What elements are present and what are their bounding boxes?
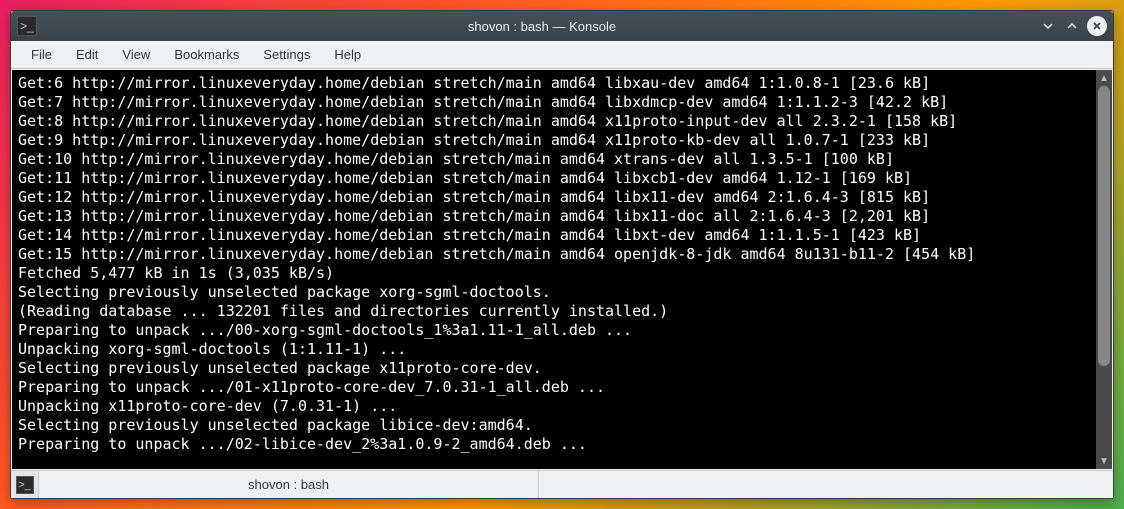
- window-title: shovon : bash — Konsole: [45, 19, 1039, 34]
- maximize-button[interactable]: [1063, 17, 1081, 35]
- tabbar: >_ shovon : bash: [11, 470, 1113, 498]
- menu-help[interactable]: Help: [322, 43, 373, 66]
- menu-file[interactable]: File: [19, 43, 64, 66]
- window-controls: [1039, 16, 1107, 36]
- tab-shovon-bash[interactable]: shovon : bash: [39, 471, 539, 498]
- scrollbar[interactable]: ▲ ▼: [1096, 70, 1112, 469]
- scroll-thumb[interactable]: [1098, 86, 1110, 366]
- minimize-button[interactable]: [1039, 17, 1057, 35]
- menu-bookmarks[interactable]: Bookmarks: [162, 43, 251, 66]
- tab-icon-box[interactable]: >_: [11, 471, 39, 498]
- menu-settings[interactable]: Settings: [251, 43, 322, 66]
- tab-label: shovon : bash: [248, 477, 329, 492]
- terminal-output[interactable]: Get:6 http://mirror.linuxeveryday.home/d…: [12, 70, 1096, 469]
- menu-edit[interactable]: Edit: [64, 43, 110, 66]
- menu-view[interactable]: View: [110, 43, 162, 66]
- konsole-window: >_ shovon : bash — Konsole File Edit Vie…: [10, 10, 1114, 499]
- scroll-down-arrow[interactable]: ▼: [1096, 453, 1112, 469]
- titlebar[interactable]: >_ shovon : bash — Konsole: [11, 11, 1113, 41]
- terminal-area: Get:6 http://mirror.linuxeveryday.home/d…: [12, 70, 1112, 469]
- terminal-icon: >_: [16, 476, 34, 494]
- scroll-up-arrow[interactable]: ▲: [1096, 70, 1112, 86]
- app-icon: >_: [17, 16, 37, 36]
- menubar: File Edit View Bookmarks Settings Help: [11, 41, 1113, 69]
- close-button[interactable]: [1087, 16, 1107, 36]
